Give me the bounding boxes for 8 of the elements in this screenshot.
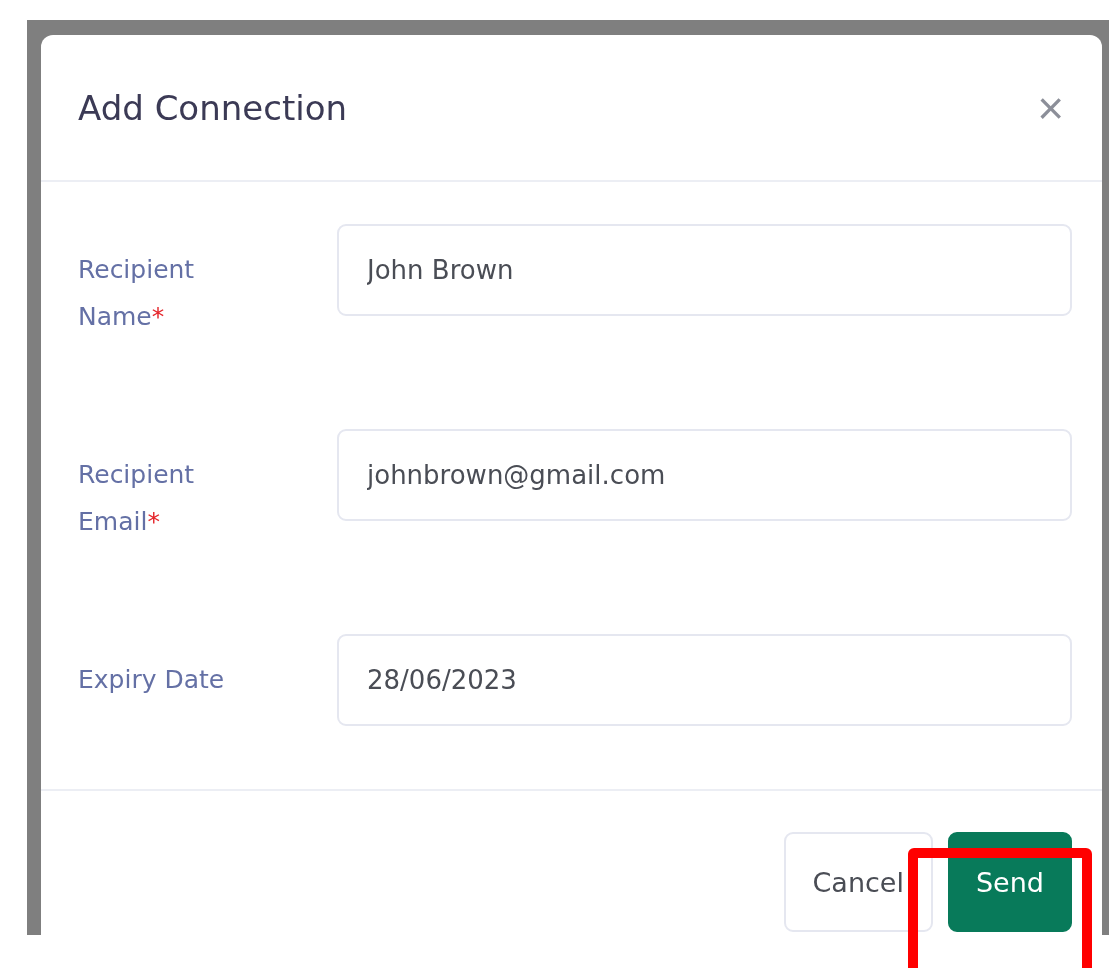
cancel-button[interactable]: Cancel (783, 832, 933, 932)
field-label: Recipient Name* (78, 254, 196, 333)
send-button[interactable]: Send (948, 832, 1072, 932)
field-label: Recipient Email* (78, 459, 196, 538)
dialog-title: Add Connection (78, 87, 347, 128)
input-field[interactable]: johnbrown@gmail.com (337, 429, 1072, 521)
input-field[interactable]: 28/06/2023 (337, 634, 1072, 726)
field-label: Expiry Date (78, 664, 226, 696)
